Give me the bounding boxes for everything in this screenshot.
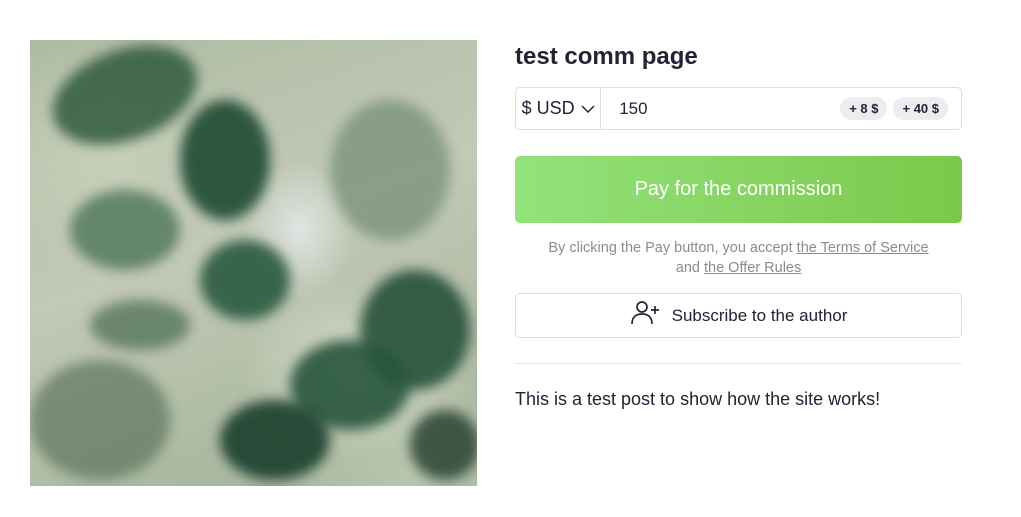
post-body-text: This is a test post to show how the site… [515,389,881,409]
chevron-down-icon [581,98,595,119]
amount-input[interactable] [601,88,841,129]
quick-add-chips: + 8 $ + 40 $ [840,97,961,120]
add-8-chip[interactable]: + 8 $ [840,97,888,120]
subscribe-label: Subscribe to the author [671,305,848,325]
offer-rules-link[interactable]: the Offer Rules [704,260,801,276]
terms-notice: By clicking the Pay button, you accept t… [515,238,962,278]
terms-of-service-link[interactable]: the Terms of Service [797,240,929,256]
commission-panel: test comm page $ USD + 8 $ + 40 $ Pay fo… [515,38,962,409]
pay-button[interactable]: Pay for the commission [515,156,962,223]
add-40-chip[interactable]: + 40 $ [893,97,948,120]
post-cover-image [30,40,477,486]
amount-row: $ USD + 8 $ + 40 $ [515,87,962,130]
currency-select[interactable]: $ USD [516,88,602,129]
subscribe-button[interactable]: Subscribe to the author [515,293,962,338]
add-user-icon [630,300,660,331]
currency-label: $ USD [521,98,575,118]
terms-and: and [675,260,700,276]
page-title: test comm page [515,43,698,70]
divider [515,363,962,364]
terms-prefix: By clicking the Pay button, you accept [548,240,793,256]
